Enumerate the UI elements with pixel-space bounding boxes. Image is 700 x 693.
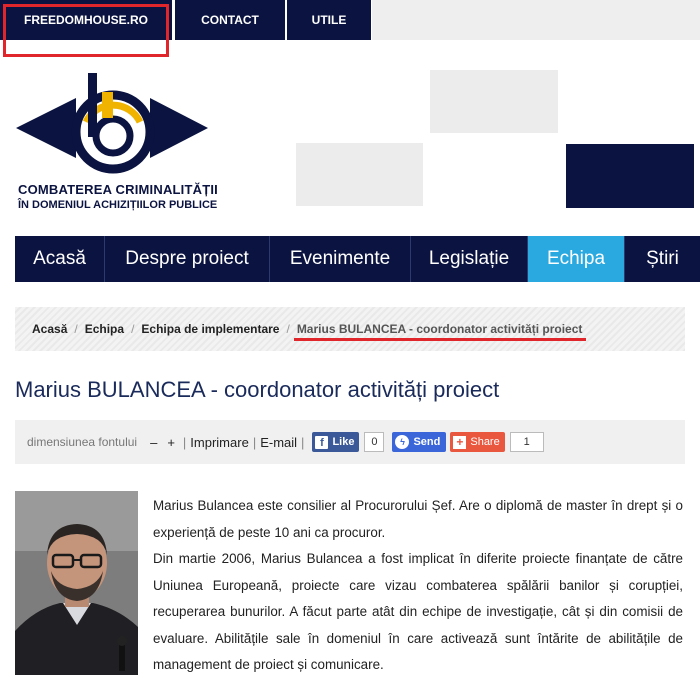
bio-text: Marius Bulancea este consilier al Procur… xyxy=(153,493,683,679)
print-link[interactable]: Imprimare xyxy=(190,435,249,450)
share-count: 1 xyxy=(509,432,544,452)
breadcrumb-separator: / xyxy=(286,322,290,336)
toolbar-separator: | xyxy=(301,434,305,450)
nav-item-despre-proiect[interactable]: Despre proiect xyxy=(105,236,270,282)
annotation-underline xyxy=(294,338,586,341)
breadcrumb: Acasă / Echipa / Echipa de implementare … xyxy=(15,307,685,351)
page-title: Marius BULANCEA - coordonator activități… xyxy=(15,377,500,402)
facebook-like-label: Like xyxy=(332,436,355,448)
main-nav: Acasă Despre proiect Evenimente Legislaț… xyxy=(15,236,700,282)
nav-item-echipa[interactable]: Echipa xyxy=(528,236,625,282)
logo-emblem-icon xyxy=(16,73,208,174)
banner-placeholder-2[interactable] xyxy=(296,143,423,206)
font-decrease-button[interactable]: – xyxy=(150,435,157,450)
topnav-freedomhouse[interactable]: FREEDOMHOUSE.RO xyxy=(0,0,172,40)
share-plus-icon: + xyxy=(453,435,467,449)
person-portrait-icon xyxy=(15,491,138,675)
logo-subtitle: ÎN DOMENIUL ACHIZIȚIILOR PUBLICE xyxy=(18,199,218,211)
logo-title: COMBATEREA CRIMINALITĂȚII xyxy=(18,182,218,197)
profile-photo xyxy=(15,491,138,675)
email-link[interactable]: E-mail xyxy=(260,435,297,450)
breadcrumb-echipa-implementare[interactable]: Echipa de implementare xyxy=(141,322,279,336)
nav-item-evenimente[interactable]: Evenimente xyxy=(270,236,411,282)
article-toolbar: dimensiunea fontului – + | Imprimare | E… xyxy=(15,420,685,464)
messenger-icon: ϟ xyxy=(395,435,410,449)
nav-item-legislatie[interactable]: Legislație xyxy=(411,236,528,282)
topnav-contact[interactable]: CONTACT xyxy=(175,0,285,40)
toolbar-separator: | xyxy=(182,434,187,450)
top-bar-fill xyxy=(372,0,700,40)
breadcrumb-current: Marius BULANCEA - coordonator activități… xyxy=(296,322,583,336)
breadcrumb-separator: / xyxy=(131,322,135,336)
breadcrumb-separator: / xyxy=(74,322,78,336)
topnav-utile[interactable]: UTILE xyxy=(287,0,371,40)
share-label: Share xyxy=(470,436,500,448)
font-increase-button[interactable]: + xyxy=(167,435,175,450)
breadcrumb-acasa[interactable]: Acasă xyxy=(32,322,67,336)
facebook-like-button[interactable]: f Like xyxy=(312,432,360,452)
share-button[interactable]: + Share xyxy=(450,432,505,452)
facebook-icon: f xyxy=(315,435,329,449)
breadcrumb-echipa[interactable]: Echipa xyxy=(85,322,124,336)
messenger-send-button[interactable]: ϟ Send xyxy=(392,432,447,452)
bio-paragraph-2: Din martie 2006, Marius Bulancea a fost … xyxy=(153,551,683,672)
like-count: 0 xyxy=(364,432,385,452)
font-size-label: dimensiunea fontului xyxy=(27,435,138,449)
banner-placeholder-1[interactable] xyxy=(430,70,558,133)
banner-placeholder-3[interactable] xyxy=(566,144,694,208)
send-label: Send xyxy=(413,436,441,448)
nav-item-stiri[interactable]: Știri xyxy=(625,236,700,282)
nav-item-acasa[interactable]: Acasă xyxy=(15,236,105,282)
site-logo[interactable]: COMBATEREA CRIMINALITĂȚII ÎN DOMENIUL AC… xyxy=(14,70,218,215)
bio-paragraph-1: Marius Bulancea este consilier al Procur… xyxy=(153,498,683,540)
toolbar-separator: | xyxy=(252,434,257,450)
top-bar: FREEDOMHOUSE.RO CONTACT UTILE xyxy=(0,0,700,40)
